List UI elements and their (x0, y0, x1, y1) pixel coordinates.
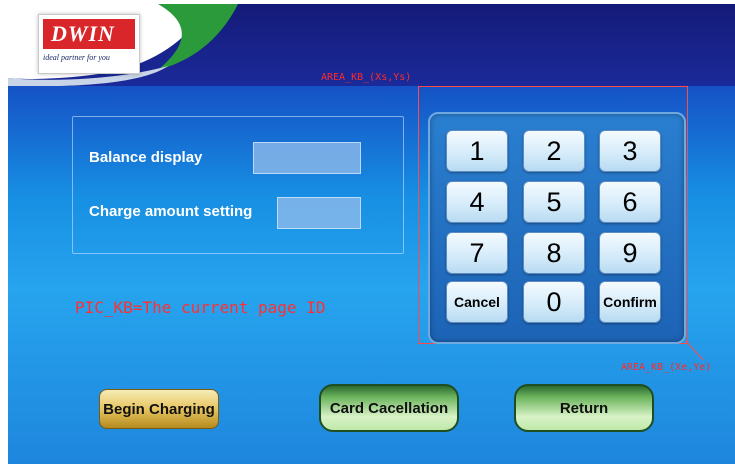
key-8-button[interactable]: 8 (523, 232, 585, 274)
balance-display-field (253, 142, 361, 174)
begin-charging-button[interactable]: Begin Charging (99, 389, 219, 429)
key-0-button[interactable]: 0 (523, 281, 585, 323)
dwin-logo: DWIN ideal partner for you (38, 14, 140, 74)
key-1-button[interactable]: 1 (446, 130, 508, 172)
charge-amount-input[interactable] (277, 197, 361, 229)
key-5-button[interactable]: 5 (523, 181, 585, 223)
charge-amount-label: Charge amount setting (89, 203, 253, 220)
key-6-button[interactable]: 6 (599, 181, 661, 223)
cancel-key-button[interactable]: Cancel (446, 281, 508, 323)
balance-display-label: Balance display (89, 149, 203, 166)
info-panel: Balance display Charge amount setting (72, 116, 404, 254)
key-7-button[interactable]: 7 (446, 232, 508, 274)
annotation-area-start: AREA_KB_(Xs,Ys) (321, 72, 412, 83)
card-cancellation-button[interactable]: Card Cacellation (319, 384, 459, 432)
logo-brand-plate: DWIN (43, 19, 135, 49)
key-2-button[interactable]: 2 (523, 130, 585, 172)
key-3-button[interactable]: 3 (599, 130, 661, 172)
area-end-pointer (686, 341, 704, 361)
annotation-area-end: AREA_KB_(Xe,Ye) (621, 362, 712, 373)
key-9-button[interactable]: 9 (599, 232, 661, 274)
key-4-button[interactable]: 4 (446, 181, 508, 223)
confirm-key-button[interactable]: Confirm (599, 281, 661, 323)
logo-brand-text: DWIN (51, 21, 115, 46)
logo-tagline: ideal partner for you (43, 53, 110, 62)
annotation-pic-kb: PIC_KB=The current page ID (75, 298, 326, 317)
return-button[interactable]: Return (514, 384, 654, 432)
